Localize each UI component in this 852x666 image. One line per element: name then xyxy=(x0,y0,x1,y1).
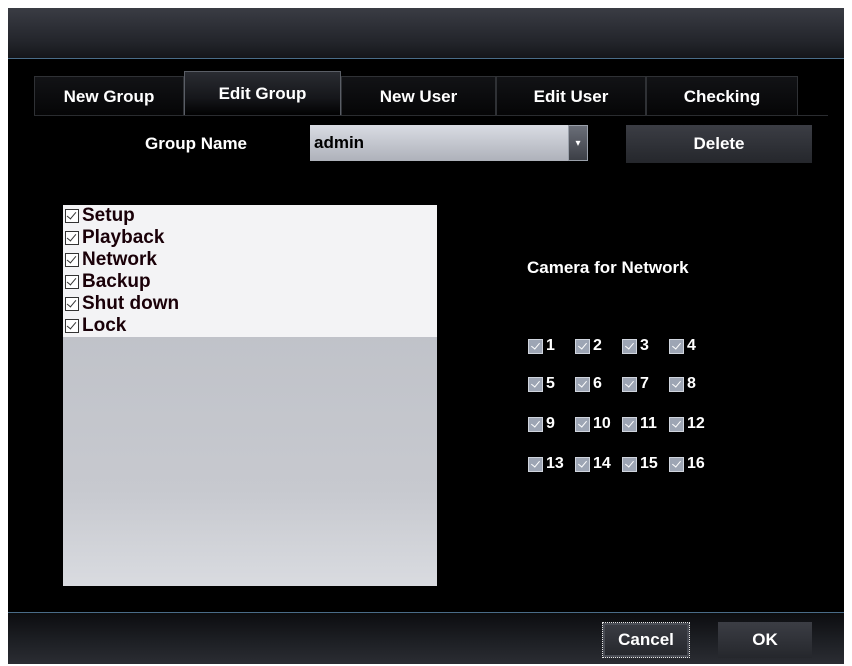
permission-label: Lock xyxy=(82,315,127,336)
camera-10-checkbox[interactable]: 10 xyxy=(575,414,611,434)
camera-7-checkbox[interactable]: 7 xyxy=(622,374,649,394)
tab-checking[interactable]: Checking xyxy=(646,76,798,116)
permission-label: Setup xyxy=(82,205,135,226)
camera-label: 8 xyxy=(687,375,696,392)
ok-button[interactable]: OK xyxy=(718,622,812,658)
checkmark-icon[interactable] xyxy=(65,253,79,267)
checkmark-icon[interactable] xyxy=(669,416,684,432)
camera-label: 14 xyxy=(593,455,611,472)
edit-group-dialog: New Group Edit Group New User Edit User … xyxy=(8,8,844,664)
checkmark-icon[interactable] xyxy=(622,456,637,472)
permission-lock[interactable]: Lock xyxy=(65,315,126,337)
camera-label: 6 xyxy=(593,375,602,392)
camera-label: 3 xyxy=(640,337,649,354)
checkmark-icon[interactable] xyxy=(575,416,590,432)
checkmark-icon[interactable] xyxy=(575,456,590,472)
checkmark-icon[interactable] xyxy=(528,456,543,472)
permission-label: Playback xyxy=(82,227,165,248)
group-name-label: Group Name xyxy=(145,134,248,153)
camera-label: 5 xyxy=(546,375,555,392)
camera-6-checkbox[interactable]: 6 xyxy=(575,374,602,394)
camera-label: 11 xyxy=(640,415,657,432)
camera-15-checkbox[interactable]: 15 xyxy=(622,454,658,474)
checkmark-icon[interactable] xyxy=(528,376,543,392)
camera-label: 10 xyxy=(593,415,611,432)
checkmark-icon[interactable] xyxy=(622,338,637,354)
camera-2-checkbox[interactable]: 2 xyxy=(575,336,602,356)
checkmark-icon[interactable] xyxy=(575,376,590,392)
camera-4-checkbox[interactable]: 4 xyxy=(669,336,696,356)
permissions-panel: Setup Playback Network Backup Shut down … xyxy=(63,205,437,586)
checkmark-icon[interactable] xyxy=(622,376,637,392)
group-name-select[interactable]: admin xyxy=(310,125,568,161)
camera-label: 7 xyxy=(640,375,649,392)
camera-1-checkbox[interactable]: 1 xyxy=(528,336,555,356)
delete-button[interactable]: Delete xyxy=(626,125,812,163)
tab-new-group[interactable]: New Group xyxy=(34,76,184,116)
permission-label: Backup xyxy=(82,271,151,292)
checkmark-icon[interactable] xyxy=(528,416,543,432)
camera-label: 15 xyxy=(640,455,658,472)
checkmark-icon[interactable] xyxy=(669,376,684,392)
camera-13-checkbox[interactable]: 13 xyxy=(528,454,564,474)
camera-12-checkbox[interactable]: 12 xyxy=(669,414,705,434)
tab-new-user[interactable]: New User xyxy=(341,76,496,116)
camera-14-checkbox[interactable]: 14 xyxy=(575,454,611,474)
permission-setup[interactable]: Setup xyxy=(65,205,135,227)
checkmark-icon[interactable] xyxy=(65,319,79,333)
camera-label: 12 xyxy=(687,415,705,432)
checkmark-icon[interactable] xyxy=(622,416,637,432)
checkmark-icon[interactable] xyxy=(575,338,590,354)
permission-label: Shut down xyxy=(82,293,180,314)
title-bar xyxy=(8,8,844,59)
tab-edit-user[interactable]: Edit User xyxy=(496,76,646,116)
permission-network[interactable]: Network xyxy=(65,249,157,271)
checkmark-icon[interactable] xyxy=(528,338,543,354)
cancel-button[interactable]: Cancel xyxy=(602,622,690,658)
checkmark-icon[interactable] xyxy=(65,231,79,245)
checkmark-icon[interactable] xyxy=(669,338,684,354)
group-name-value: admin xyxy=(314,133,365,152)
camera-label: 9 xyxy=(546,415,555,432)
camera-label: 1 xyxy=(546,337,555,354)
dropdown-arrow-icon[interactable]: ▾ xyxy=(568,125,588,161)
permission-backup[interactable]: Backup xyxy=(65,271,151,293)
checkmark-icon[interactable] xyxy=(65,209,79,223)
permission-label: Network xyxy=(82,249,157,270)
camera-label: 13 xyxy=(546,455,564,472)
camera-9-checkbox[interactable]: 9 xyxy=(528,414,555,434)
camera-16-checkbox[interactable]: 16 xyxy=(669,454,705,474)
permissions-list: Setup Playback Network Backup Shut down … xyxy=(63,205,437,337)
permission-playback[interactable]: Playback xyxy=(65,227,164,249)
camera-11-checkbox[interactable]: 11 xyxy=(622,414,657,434)
tab-edit-group[interactable]: Edit Group xyxy=(184,71,341,116)
tab-divider xyxy=(34,115,828,116)
camera-label: 2 xyxy=(593,337,602,354)
checkmark-icon[interactable] xyxy=(65,297,79,311)
camera-label: 4 xyxy=(687,337,696,354)
camera-label: 16 xyxy=(687,455,705,472)
camera-5-checkbox[interactable]: 5 xyxy=(528,374,555,394)
permission-shut-down[interactable]: Shut down xyxy=(65,293,179,315)
checkmark-icon[interactable] xyxy=(65,275,79,289)
checkmark-icon[interactable] xyxy=(669,456,684,472)
camera-8-checkbox[interactable]: 8 xyxy=(669,374,696,394)
camera-for-network-title: Camera for Network xyxy=(527,258,689,277)
camera-3-checkbox[interactable]: 3 xyxy=(622,336,649,356)
